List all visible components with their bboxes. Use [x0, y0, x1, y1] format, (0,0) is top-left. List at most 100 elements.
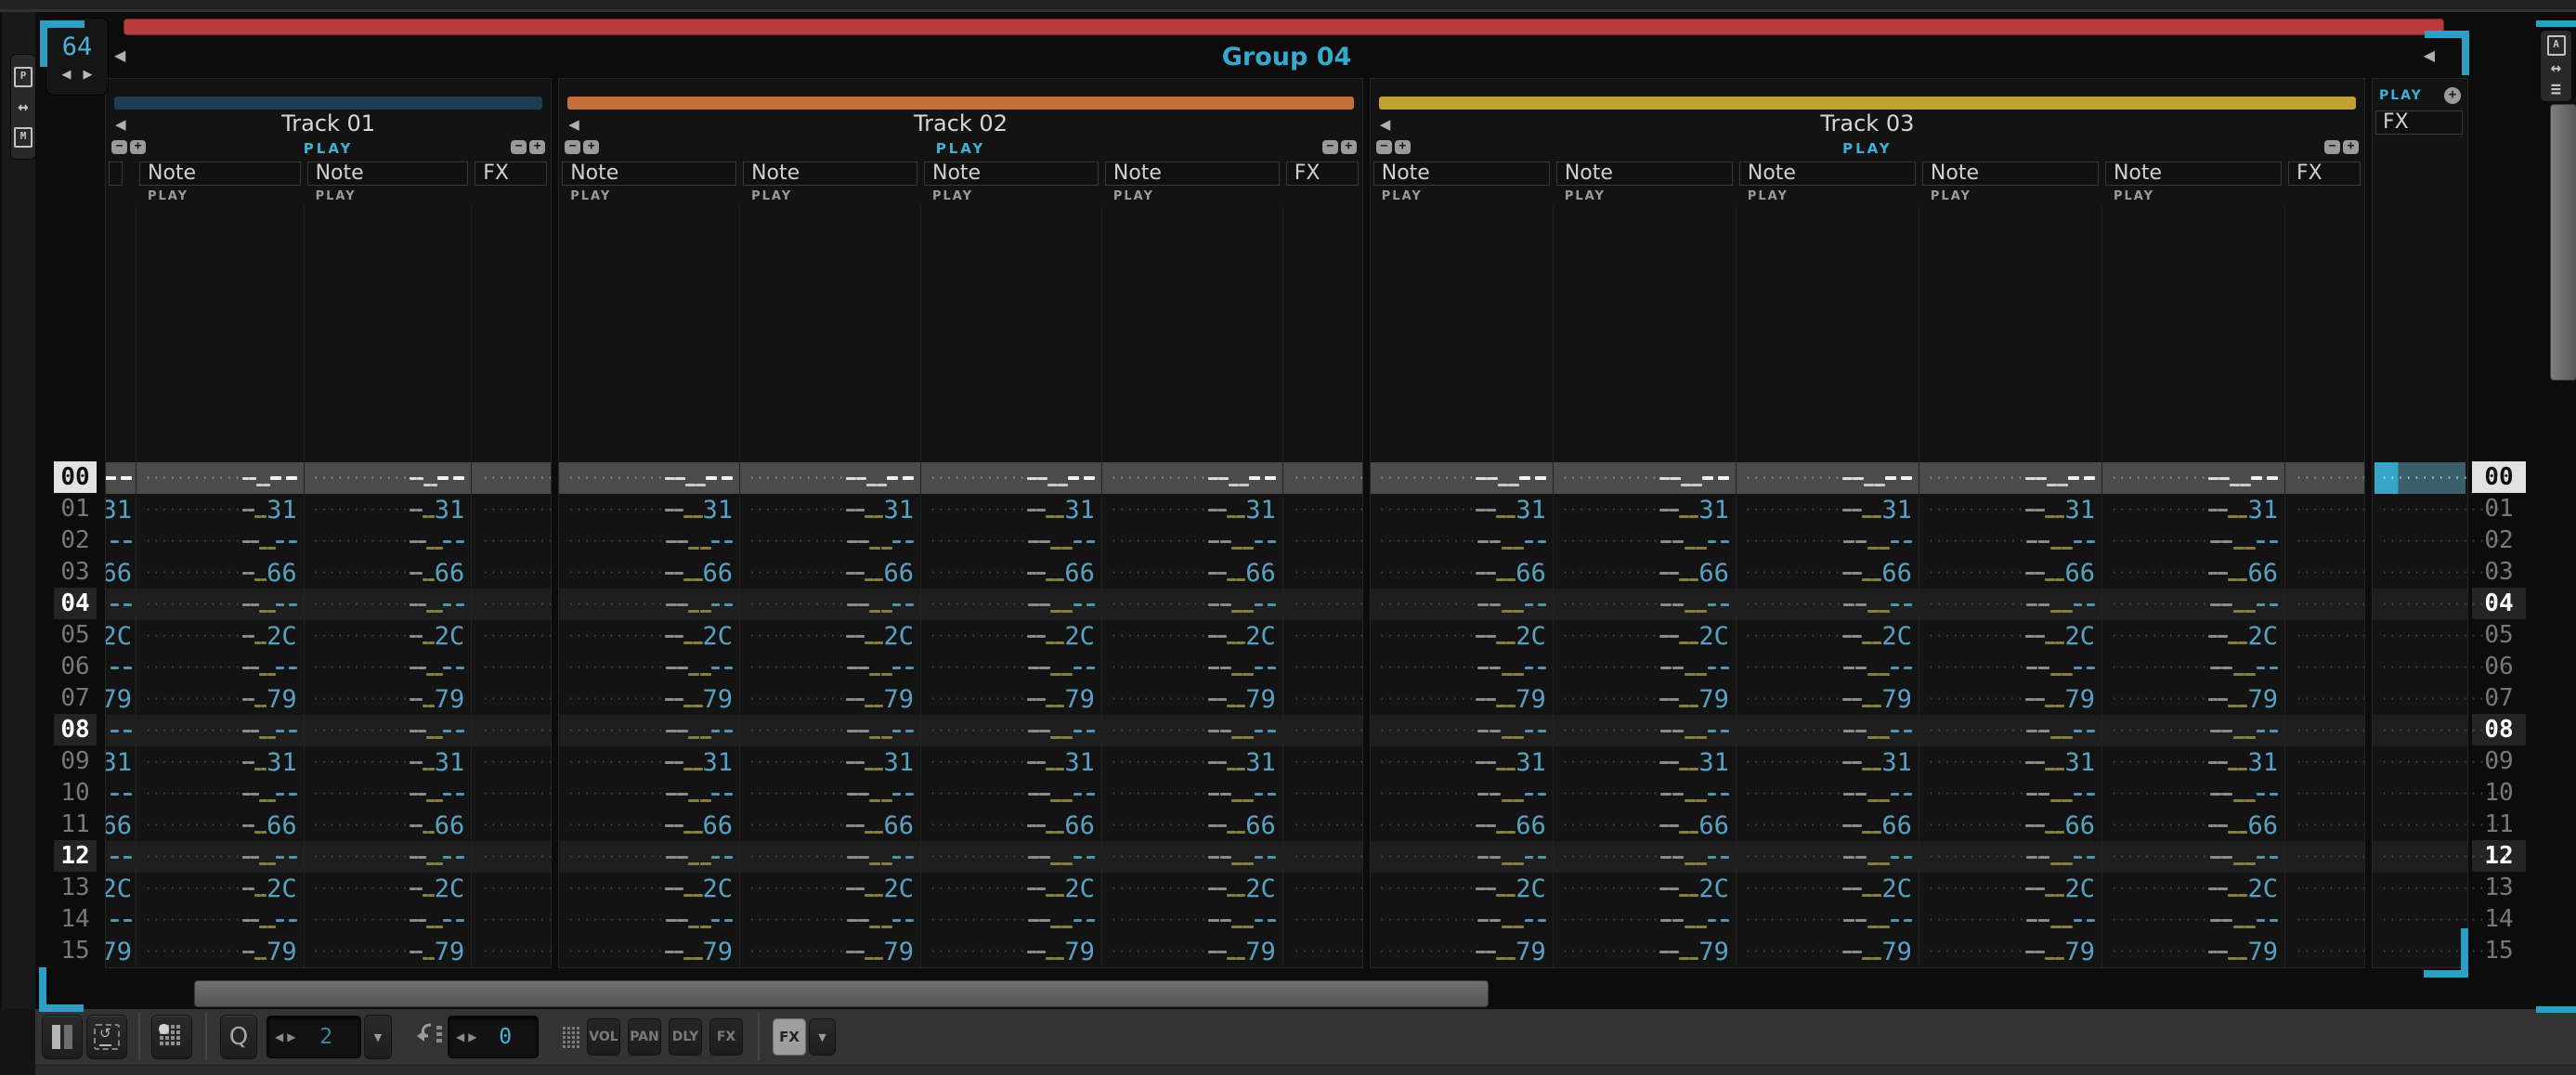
- pattern-cell[interactable]: [106, 904, 137, 936]
- remove-column-button[interactable]: −: [2324, 140, 2340, 154]
- edit-step-stepper[interactable]: ◀▶ 0: [448, 1016, 539, 1058]
- pattern-cell[interactable]: ············66: [305, 809, 473, 841]
- fx-column-header[interactable]: FX: [472, 160, 551, 205]
- track-play-toggle[interactable]: PLAY: [304, 140, 354, 157]
- remove-column-button[interactable]: −: [511, 140, 527, 154]
- note-column-header[interactable]: NotePLAY: [1919, 160, 2102, 205]
- pattern-cell[interactable]: ············66: [1737, 809, 1919, 841]
- add-column-button[interactable]: +: [2343, 140, 2359, 154]
- fx-pattern-cell[interactable]: ················: [1283, 494, 1362, 525]
- pattern-cell[interactable]: ············79: [2102, 936, 2285, 967]
- pattern-cell[interactable]: 2C: [106, 620, 137, 652]
- pattern-cell[interactable]: ············31: [559, 746, 740, 778]
- pattern-cell[interactable]: ············: [1371, 525, 1554, 557]
- pattern-cell[interactable]: ············2C: [1102, 620, 1283, 652]
- group-title[interactable]: Group 04: [1222, 43, 1352, 71]
- fx-pattern-cell[interactable]: ················: [2285, 873, 2364, 904]
- pattern-cell[interactable]: ············: [740, 715, 921, 746]
- pattern-cell[interactable]: [106, 778, 137, 809]
- pattern-cell[interactable]: ············31: [921, 746, 1102, 778]
- fx-pattern-cell[interactable]: ················: [1283, 620, 1362, 652]
- fx-pattern-cell[interactable]: ················: [2285, 841, 2364, 873]
- pattern-cell[interactable]: ············: [921, 841, 1102, 873]
- pattern-cell[interactable]: ············: [559, 589, 740, 620]
- pattern-cell[interactable]: ············: [1737, 589, 1919, 620]
- pattern-cell[interactable]: ············: [1371, 904, 1554, 936]
- pattern-cell[interactable]: ············2C: [1919, 620, 2102, 652]
- pattern-cell[interactable]: ············2C: [137, 873, 305, 904]
- pattern-cell[interactable]: ············2C: [921, 873, 1102, 904]
- pattern-cell[interactable]: ············2C: [1919, 873, 2102, 904]
- pattern-cell[interactable]: ············79: [305, 936, 473, 967]
- pattern-cell[interactable]: ············66: [559, 557, 740, 589]
- record-quantize-button[interactable]: Q: [220, 1015, 257, 1059]
- pattern-editor[interactable]: 64 ◀ ▶ ◀ Group 04 ◀ ◀Track 01−+−+PLAYNot…: [37, 12, 2576, 1009]
- fx-pattern-cell[interactable]: ················: [472, 525, 551, 557]
- pattern-cell[interactable]: ············: [305, 462, 473, 494]
- pattern-cell[interactable]: ············79: [305, 683, 473, 715]
- group-fx-pattern-cell[interactable]: ················: [2373, 589, 2467, 620]
- fx-pattern-cell[interactable]: ················: [2285, 778, 2364, 809]
- fx-pattern-cell[interactable]: ················: [472, 715, 551, 746]
- pattern-cell[interactable]: ············79: [1102, 936, 1283, 967]
- pattern-cell[interactable]: ············31: [305, 494, 473, 525]
- pattern-cell[interactable]: ············: [1919, 462, 2102, 494]
- fx-pattern-cell[interactable]: ················: [472, 557, 551, 589]
- pattern-cell[interactable]: ············79: [1371, 683, 1554, 715]
- fx-pattern-cell[interactable]: ················: [472, 873, 551, 904]
- track-collapse-icon[interactable]: ◀: [1380, 116, 1391, 133]
- pattern-cell[interactable]: ············: [305, 841, 473, 873]
- note-column-header[interactable]: NotePLAY: [305, 160, 473, 205]
- pattern-cell[interactable]: ············: [1737, 841, 1919, 873]
- pattern-cell[interactable]: ············66: [1919, 557, 2102, 589]
- pattern-cell[interactable]: ············: [137, 715, 305, 746]
- pattern-cell[interactable]: ············: [1919, 841, 2102, 873]
- fx-pattern-cell[interactable]: ················: [1283, 525, 1362, 557]
- pattern-follow-button[interactable]: [42, 1015, 83, 1059]
- fx-pattern-cell[interactable]: ················: [2285, 620, 2364, 652]
- pattern-cell[interactable]: ············: [2102, 462, 2285, 494]
- pattern-cell[interactable]: ············: [2102, 841, 2285, 873]
- pattern-cell[interactable]: ············66: [1554, 557, 1737, 589]
- track-collapse-icon[interactable]: ◀: [115, 116, 126, 133]
- pattern-cell[interactable]: ············66: [1737, 557, 1919, 589]
- pattern-cell[interactable]: ············79: [740, 683, 921, 715]
- pattern-cell[interactable]: ············: [921, 589, 1102, 620]
- fx-column-header[interactable]: FX: [2285, 160, 2364, 205]
- quantize-stepper[interactable]: ◀▶ 2: [267, 1016, 361, 1058]
- fx-pattern-cell[interactable]: ················: [1283, 557, 1362, 589]
- note-column-header[interactable]: NotePLAY: [1102, 160, 1283, 205]
- fx-pattern-cell[interactable]: ················: [2285, 904, 2364, 936]
- delay-column-toggle[interactable]: DLY: [669, 1018, 702, 1056]
- group-fx-pattern-cell[interactable]: ················: [2373, 904, 2467, 936]
- pattern-cell[interactable]: ············: [305, 904, 473, 936]
- group-fx-pattern-cell[interactable]: ················: [2373, 778, 2467, 809]
- fx-pattern-cell[interactable]: ················: [472, 462, 551, 494]
- fx-pattern-cell[interactable]: ················: [1283, 589, 1362, 620]
- pattern-cell[interactable]: ············: [2102, 589, 2285, 620]
- pattern-cell[interactable]: ············2C: [559, 620, 740, 652]
- note-column-header[interactable]: NotePLAY: [740, 160, 921, 205]
- pattern-cell[interactable]: ············: [1554, 589, 1737, 620]
- fx-pattern-cell[interactable]: ················: [2285, 936, 2364, 967]
- pattern-cell[interactable]: ············: [559, 715, 740, 746]
- pattern-cell[interactable]: ············: [137, 904, 305, 936]
- pattern-cell[interactable]: ············: [559, 841, 740, 873]
- pattern-cell[interactable]: ············: [1737, 652, 1919, 683]
- group-collapse-right-icon[interactable]: ◀: [2424, 46, 2435, 64]
- pattern-cell[interactable]: ············: [740, 778, 921, 809]
- pattern-cell[interactable]: ············79: [1919, 936, 2102, 967]
- pattern-cell[interactable]: ············: [1102, 525, 1283, 557]
- pattern-cell[interactable]: ············: [2102, 525, 2285, 557]
- pattern-cell[interactable]: ············31: [1919, 746, 2102, 778]
- group-fx-pattern-cell[interactable]: ················: [2373, 715, 2467, 746]
- pattern-cell[interactable]: ············79: [740, 936, 921, 967]
- pattern-cell[interactable]: ············: [1919, 525, 2102, 557]
- pattern-cell[interactable]: ············: [921, 462, 1102, 494]
- pattern-cell[interactable]: ············31: [740, 746, 921, 778]
- pattern-cell[interactable]: ············79: [1554, 683, 1737, 715]
- fx-pattern-cell[interactable]: ················: [2285, 683, 2364, 715]
- fx-pattern-cell[interactable]: ················: [472, 936, 551, 967]
- note-column-header[interactable]: NotePLAY: [2102, 160, 2285, 205]
- pattern-cell[interactable]: ············31: [1554, 494, 1737, 525]
